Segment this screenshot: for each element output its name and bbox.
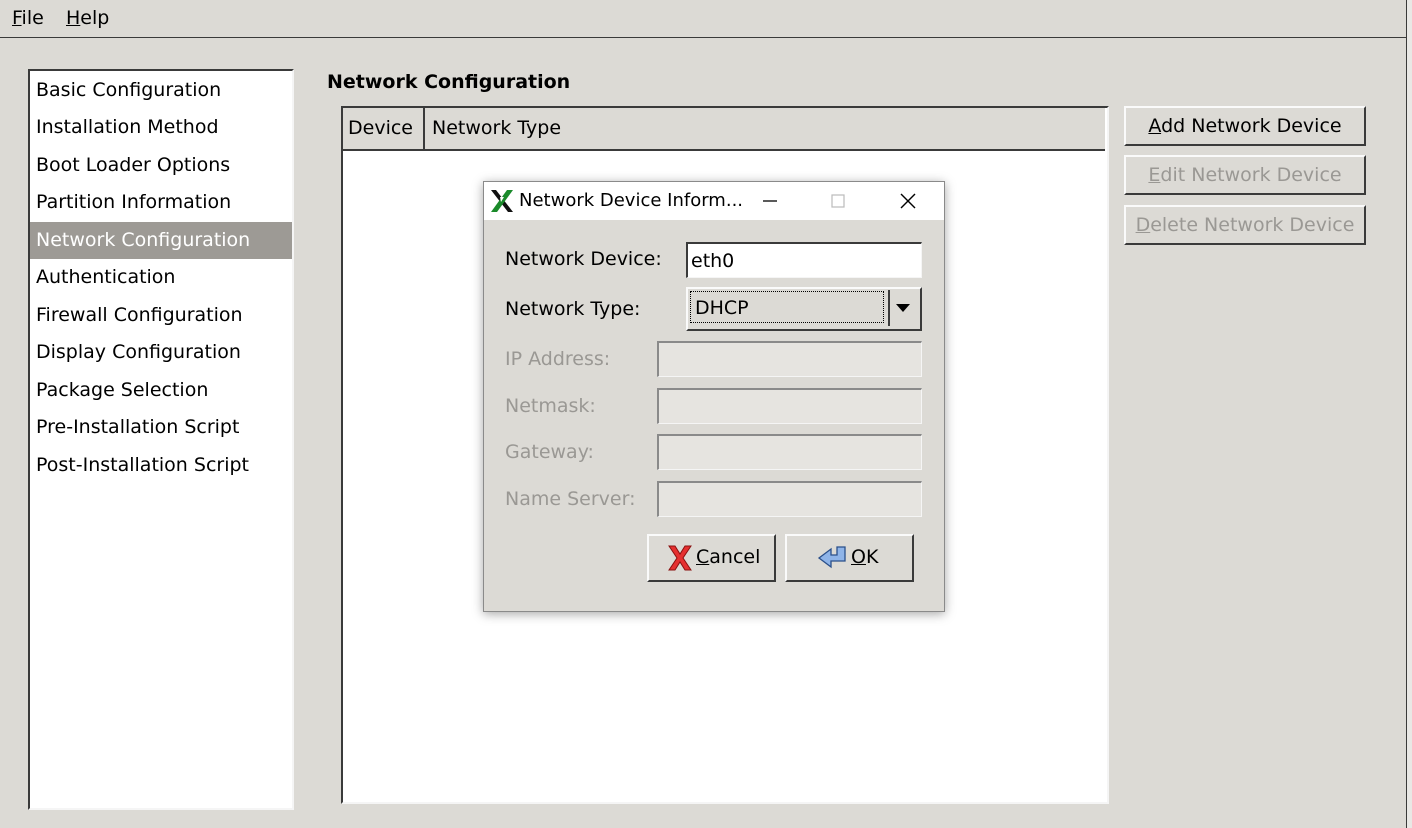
add-network-device-button[interactable]: Add Network Device [1124, 106, 1366, 146]
name-server-label: Name Server: [505, 488, 636, 510]
dialog-titlebar[interactable]: Network Device Inform... [484, 182, 944, 220]
window-edge [1406, 0, 1412, 828]
network-device-label: Network Device: [505, 248, 662, 270]
sidebar-item-network-configuration[interactable]: Network Configuration [30, 222, 292, 259]
gateway-field[interactable] [657, 434, 922, 470]
page-title: Network Configuration [327, 71, 571, 93]
column-header-network-type[interactable]: Network Type [427, 108, 1105, 149]
kickstart-configurator-window: File Help Basic Configuration Installati… [0, 0, 1412, 828]
x-logo-icon [491, 190, 513, 212]
network-type-value: DHCP [690, 291, 884, 323]
network-device-field[interactable] [686, 242, 922, 278]
delete-network-device-button[interactable]: Delete Network Device [1124, 205, 1366, 245]
ok-button[interactable]: OK [785, 534, 914, 582]
netmask-field[interactable] [657, 388, 922, 424]
dialog-title: Network Device Inform... [519, 190, 744, 211]
network-type-label: Network Type: [505, 298, 641, 320]
cancel-button[interactable]: Cancel [647, 534, 776, 582]
network-type-select[interactable]: DHCP [686, 287, 922, 331]
enter-arrow-icon [817, 546, 846, 569]
network-device-dialog: Network Device Inform... Network Device:… [483, 181, 945, 612]
netmask-label: Netmask: [505, 395, 596, 417]
sidebar-item-basic-configuration[interactable]: Basic Configuration [30, 72, 292, 109]
table-header: Device Network Type [343, 108, 1105, 151]
edit-network-device-button[interactable]: Edit Network Device [1124, 155, 1366, 195]
ip-address-label: IP Address: [505, 348, 611, 370]
maximize-icon[interactable] [824, 188, 852, 214]
menu-bar: File Help [0, 0, 1406, 38]
ip-address-field[interactable] [657, 341, 922, 377]
menu-file[interactable]: File [12, 7, 44, 29]
sidebar-item-post-installation-script[interactable]: Post-Installation Script [30, 447, 292, 484]
section-list: Basic Configuration Installation Method … [28, 69, 294, 810]
sidebar-item-authentication[interactable]: Authentication [30, 259, 292, 296]
sidebar-item-installation-method[interactable]: Installation Method [30, 109, 292, 146]
sidebar-item-display-configuration[interactable]: Display Configuration [30, 334, 292, 371]
sidebar-item-package-selection[interactable]: Package Selection [30, 372, 292, 409]
red-x-icon [668, 545, 692, 571]
sidebar-item-partition-information[interactable]: Partition Information [30, 184, 292, 221]
name-server-field[interactable] [657, 481, 922, 517]
column-header-device[interactable]: Device [343, 108, 425, 149]
gateway-label: Gateway: [505, 441, 594, 463]
sidebar-item-firewall-configuration[interactable]: Firewall Configuration [30, 297, 292, 334]
menu-help[interactable]: Help [66, 7, 109, 29]
close-icon[interactable] [894, 188, 922, 214]
sidebar-item-pre-installation-script[interactable]: Pre-Installation Script [30, 409, 292, 446]
dropdown-arrow-icon[interactable] [888, 290, 918, 326]
minimize-icon[interactable] [756, 188, 784, 214]
sidebar-item-boot-loader-options[interactable]: Boot Loader Options [30, 147, 292, 184]
